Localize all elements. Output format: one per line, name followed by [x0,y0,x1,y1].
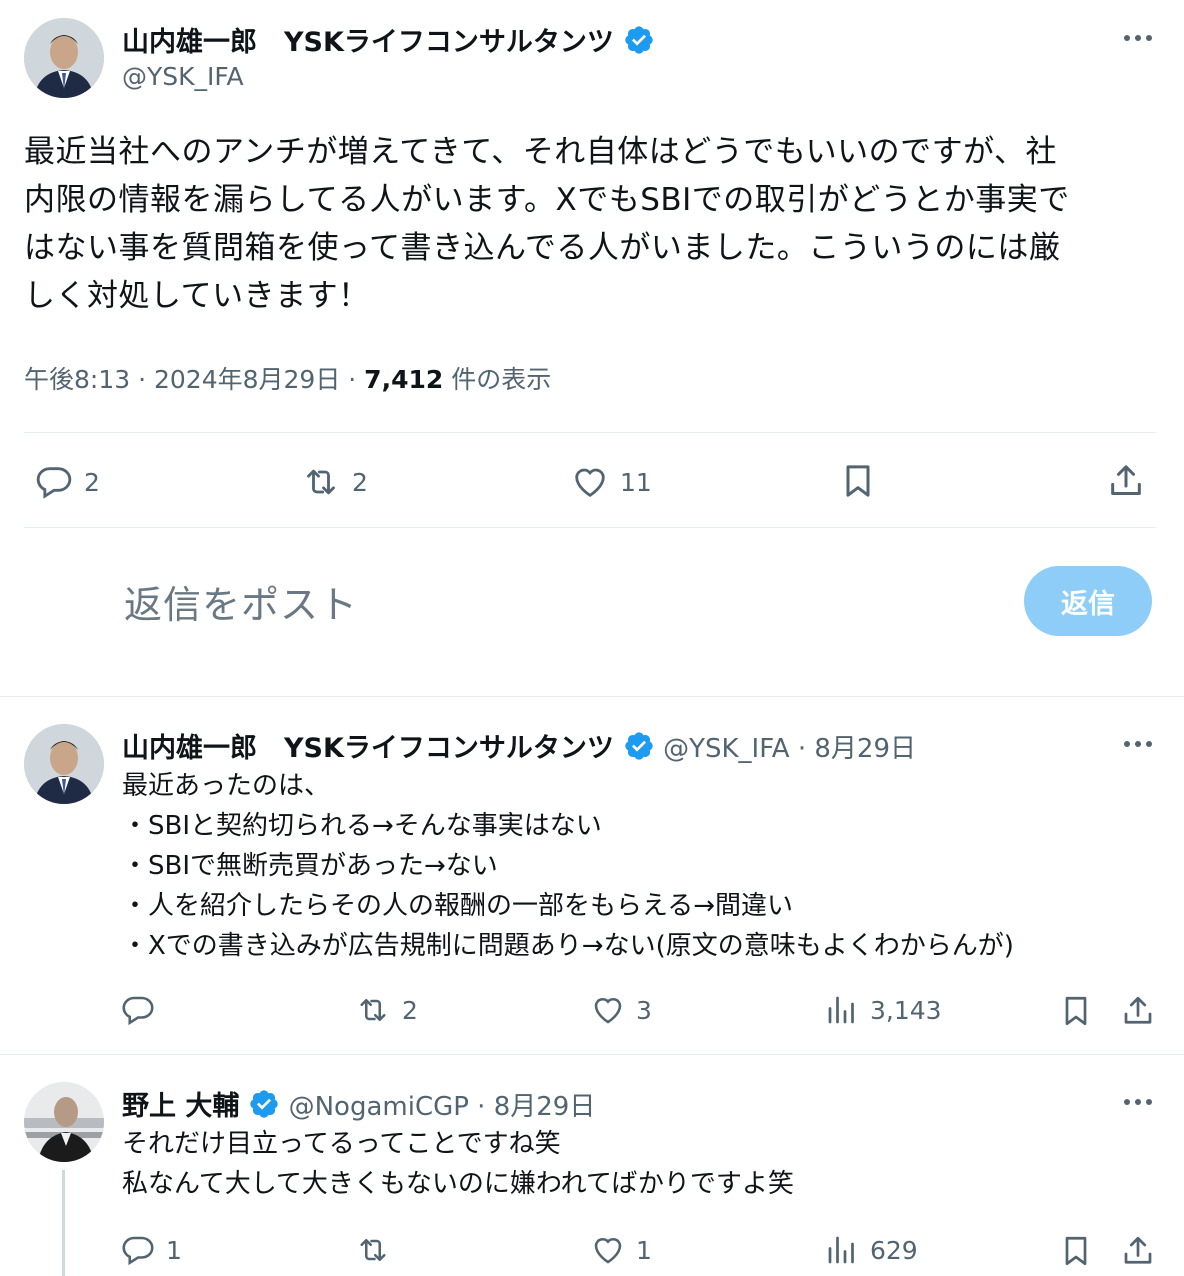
main-author-avatar[interactable] [24,18,104,98]
bookmark-icon [1065,996,1087,1026]
heart-icon [594,1237,622,1264]
divider [24,527,1156,528]
reply-author-name[interactable]: 山内雄一郎 YSKライフコンサルタンツ [122,733,614,764]
verified-badge-icon [623,24,655,63]
retweet-button[interactable] [354,1232,402,1268]
share-icon [1111,465,1141,495]
main-author-handle[interactable]: @YSK_IFA [122,62,244,91]
views-count: 3,143 [870,995,942,1025]
tweet-text-line: しく対処していきます！ [24,278,370,314]
reply-button[interactable] [120,992,166,1028]
tweet-text-line: 最近当社へのアンチが増えてきて、それ自体はどうでもいいのですが、社 [24,134,1057,170]
share-button[interactable] [1106,460,1146,502]
reply-count: 1 [166,1235,182,1265]
views-count: 629 [870,1235,918,1265]
reply-text: 最近あったのは、 ・SBIと契約切られる→そんな事実はない ・SBIで無断売買が… [122,766,1014,966]
reply-submit-label: 返信 [1061,588,1115,620]
more-options-icon[interactable] [1122,30,1154,50]
avatar-photo [24,18,104,98]
retweet-icon [360,998,386,1022]
like-button[interactable]: 11 [570,462,652,502]
views-count: 7,412 [364,365,444,394]
divider [0,696,1184,697]
views-label: 件の表示 [443,365,552,394]
bookmark-button[interactable] [838,460,878,502]
reply-count: 2 [84,467,100,497]
reply-icon [122,1236,154,1266]
more-options-icon[interactable] [1122,736,1154,756]
bookmark-button[interactable] [1058,992,1094,1030]
like-count: 11 [620,467,652,497]
reply-icon [36,467,72,499]
avatar-photo [24,1082,104,1162]
reply-header: 野上 大輔 @NogamiCGP · 8月29日 [122,1084,595,1127]
reply-handle-date[interactable]: @YSK_IFA · 8月29日 [663,734,916,764]
share-icon [1124,996,1152,1024]
main-tweet-text: 最近当社へのアンチが増えてきて、それ自体はどうでもいいのですが、社 内限の情報を… [24,128,1164,320]
reply-author-name[interactable]: 野上 大輔 [122,1091,239,1122]
reply-button[interactable]: 1 [120,1232,182,1268]
reply-submit-button[interactable]: 返信 [1024,566,1152,636]
tweet-timestamp[interactable]: 午後8:13 · 2024年8月29日 · [24,365,364,394]
more-options-icon[interactable] [1122,1094,1154,1114]
divider [24,432,1156,433]
reply-text-line: ・SBIと契約切られる→そんな事実はない [122,811,602,841]
reply-author-avatar[interactable] [24,724,104,804]
retweet-icon [307,469,335,495]
share-button[interactable] [1120,992,1156,1030]
reply-text-line: 最近あったのは、 [122,771,331,801]
verified-badge-icon [248,1088,280,1127]
tweet-text-line: はない事を質問箱を使って書き込んでる人がいました。こういうのには厳 [24,230,1061,266]
verified-badge-icon [623,730,655,769]
retweet-icon [360,1238,386,1262]
like-count: 1 [636,1235,652,1265]
reply-header: 山内雄一郎 YSKライフコンサルタンツ @YSK_IFA · 8月29日 [122,726,916,769]
bookmark-button[interactable] [1058,1232,1094,1270]
share-button[interactable] [1120,1232,1156,1270]
main-author-name[interactable]: 山内雄一郎 YSKライフコンサルタンツ [122,20,655,63]
reply-composer-input[interactable]: 返信をポスト [124,574,358,629]
analytics-icon [828,1236,854,1264]
retweet-button[interactable]: 2 [354,992,418,1028]
tweet-text-line: 内限の情報を漏らしてる人がいます。XでもSBIでの取引がどうとか事実で [24,182,1070,218]
views-button[interactable]: 3,143 [824,992,942,1028]
retweet-count: 2 [352,467,368,497]
reply-button[interactable]: 2 [34,462,100,502]
like-button[interactable]: 1 [590,1232,652,1268]
avatar-photo [24,724,104,804]
like-button[interactable]: 3 [590,992,652,1028]
share-icon [1124,1236,1152,1264]
retweet-button[interactable]: 2 [300,462,368,502]
reply-author-avatar[interactable] [24,1082,104,1162]
reply-text-line: ・Xでの書き込みが広告規制に問題あり→ない(原文の意味もよくわからんが) [122,931,1014,961]
bookmark-icon [1065,1236,1087,1266]
thread-connector-line [62,1170,65,1276]
views-button[interactable]: 629 [824,1232,918,1268]
reply-text-line: それだけ目立ってるってことですね笑 [122,1129,561,1159]
author-name-text: 山内雄一郎 YSKライフコンサルタンツ [122,27,614,58]
like-count: 3 [636,995,652,1025]
reply-handle-date[interactable]: @NogamiCGP · 8月29日 [289,1092,596,1122]
reply-text-line: ・人を紹介したらその人の報酬の一部をもらえる→間違い [122,891,794,921]
analytics-icon [828,996,854,1024]
divider [0,1054,1184,1055]
heart-icon [575,468,605,497]
tweet-meta: 午後8:13 · 2024年8月29日 · 7,412 件の表示 [24,360,551,396]
reply-icon [122,996,154,1026]
heart-icon [594,997,622,1024]
reply-text-line: ・SBIで無断売買があった→ない [122,851,498,881]
reply-text-line: 私なんて大して大きくもないのに嫌われてばかりですよ笑 [122,1169,794,1199]
bookmark-icon [846,465,870,497]
reply-text: それだけ目立ってるってことですね笑 私なんて大して大きくもないのに嫌われてばかり… [122,1124,794,1204]
retweet-count: 2 [402,995,418,1025]
